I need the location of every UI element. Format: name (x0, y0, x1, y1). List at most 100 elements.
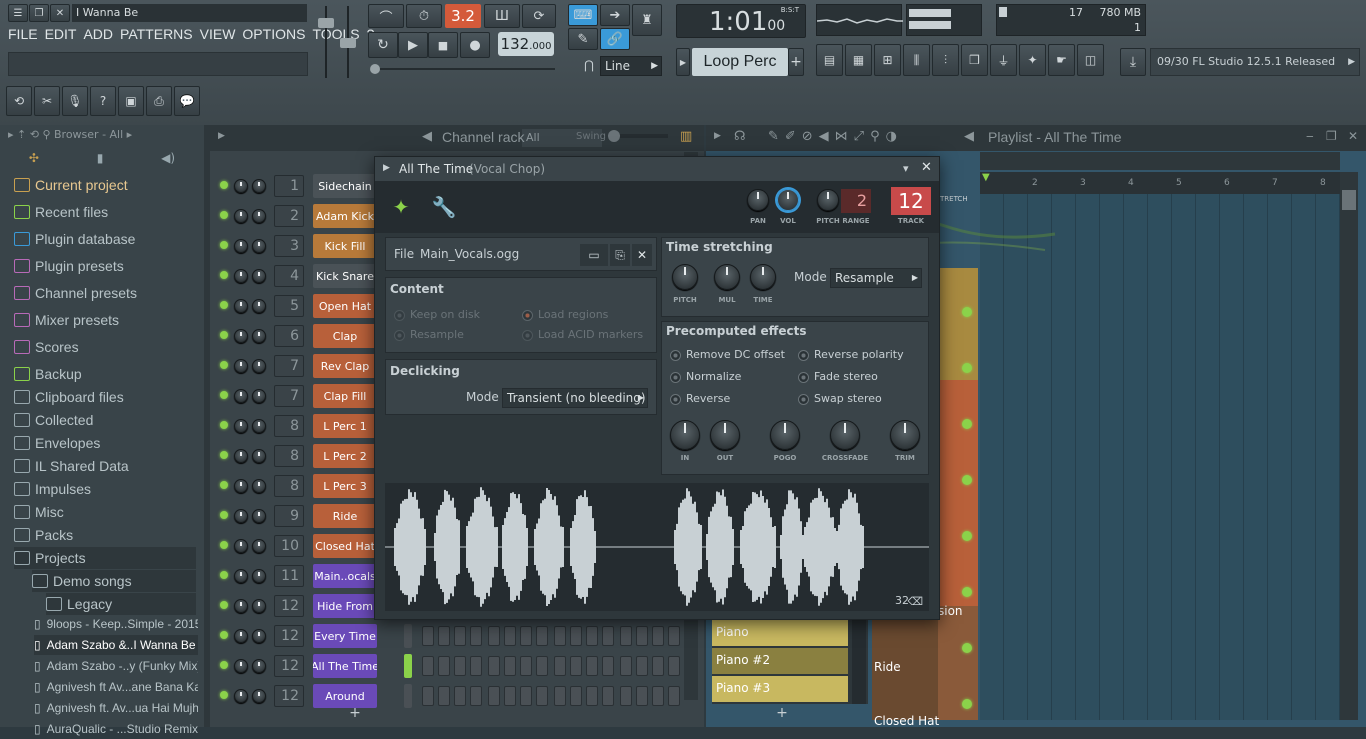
nav-arrows-icon[interactable]: ▸ ⇡ ⟲ ⚲ (8, 128, 54, 141)
arrow-right-icon[interactable]: ➔ (600, 4, 630, 26)
pattern-picker-scrollbar[interactable] (852, 618, 866, 704)
menu-view[interactable]: VIEW (200, 26, 236, 46)
wizard-icon[interactable]: ✦ (1019, 44, 1046, 76)
step-button[interactable] (520, 626, 532, 646)
trim-knob[interactable] (890, 420, 920, 450)
record-button[interactable]: ● (460, 32, 490, 58)
add-channel-button[interactable]: + (345, 705, 365, 721)
browser-item[interactable]: IL Shared Data (14, 455, 129, 477)
microphone-icon[interactable]: 🎙 (62, 86, 88, 116)
close-icon[interactable]: ✕ (1348, 129, 1358, 143)
step-button[interactable] (668, 626, 680, 646)
chat-icon[interactable]: 💬 (174, 86, 200, 116)
cut-icon[interactable]: ✂ (34, 86, 60, 116)
pattern-number[interactable]: 3.2 (445, 4, 481, 28)
waveform-tab-icon[interactable]: ✦ (381, 189, 421, 225)
step-button[interactable] (554, 626, 566, 646)
keep-on-disk-option[interactable]: Keep on disk (394, 308, 480, 321)
browser-file-item[interactable]: ▯ 9loops - Keep..Simple - 2015 (34, 614, 198, 634)
channel-mute-led[interactable] (220, 301, 228, 309)
channel-mixer-track[interactable]: 5 (274, 295, 304, 317)
output-icon[interactable]: ◫ (1077, 44, 1104, 76)
crossfade-knob[interactable] (830, 420, 860, 450)
stretch-mode-select[interactable]: Resample ▶ (830, 268, 922, 288)
channel-mixer-track[interactable]: 12 (274, 655, 304, 677)
declicking-mode-select[interactable]: Transient (no bleeding) ▶ (502, 388, 648, 408)
browser-item[interactable]: Clipboard files (14, 386, 124, 408)
track-header[interactable] (938, 268, 978, 380)
menu-options[interactable]: OPTIONS (242, 26, 305, 46)
channel-mute-led[interactable] (220, 511, 228, 519)
step-button[interactable] (570, 626, 582, 646)
step-button[interactable] (602, 626, 614, 646)
channel-name-button[interactable]: Sidechain (313, 174, 377, 198)
channel-mixer-track[interactable]: 7 (274, 355, 304, 377)
chevron-right-icon[interactable]: ▶ (218, 131, 225, 141)
step-button[interactable] (454, 656, 466, 676)
hat-icon[interactable]: ♜ (632, 4, 662, 36)
channel-pan-knob[interactable] (234, 509, 248, 523)
swap-stereo-option[interactable]: Swap stereo (798, 392, 882, 405)
add-track-button[interactable]: + (772, 705, 792, 721)
channel-name-button[interactable]: Clap Fill (313, 384, 377, 408)
step-button[interactable] (620, 626, 632, 646)
browser-item[interactable]: Mixer presets (14, 309, 119, 331)
channel-pan-knob[interactable] (234, 239, 248, 253)
channel-mute-led[interactable] (220, 571, 228, 579)
tutor-icon[interactable]: ☛ (1048, 44, 1075, 76)
browser-file-item[interactable]: ▯ AuraQualic - ...Studio Remix) (34, 719, 198, 739)
channel-mute-led[interactable] (220, 541, 228, 549)
loop-mode-icon[interactable]: ↻ (368, 32, 398, 58)
fade-stereo-option[interactable]: Fade stereo (798, 370, 878, 383)
channel-mute-led[interactable] (220, 331, 228, 339)
help-icon[interactable]: ? (90, 86, 116, 116)
playlist-icon[interactable]: ▤ (816, 44, 843, 76)
channel-name-button[interactable]: L Perc 1 (313, 414, 377, 438)
channel-volume-knob[interactable] (252, 569, 266, 583)
step-button[interactable] (586, 626, 598, 646)
swing-slider[interactable] (608, 130, 668, 142)
playhead-icon[interactable]: ▼ (982, 172, 990, 183)
step-button[interactable] (422, 656, 434, 676)
step-button[interactable] (470, 686, 482, 706)
channel-volume-knob[interactable] (252, 179, 266, 193)
waveform-view[interactable]: 32 ⌫ (385, 483, 929, 611)
step-button[interactable] (586, 656, 598, 676)
channel-pan-knob[interactable] (234, 419, 248, 433)
undo-icon[interactable]: ⟲ (6, 86, 32, 116)
browser-item[interactable]: Packs (14, 524, 73, 546)
plugin-picker-icon[interactable]: ❒ (961, 44, 988, 76)
playlist-grid[interactable] (980, 194, 1340, 720)
channel-volume-knob[interactable] (252, 389, 266, 403)
channel-volume-knob[interactable] (252, 689, 266, 703)
step-button[interactable] (652, 686, 664, 706)
pattern-item[interactable]: Piano (712, 620, 848, 646)
maximize-icon[interactable]: ❐ (1326, 129, 1337, 143)
channel-volume-knob[interactable] (252, 269, 266, 283)
step-button[interactable] (636, 626, 648, 646)
step-button[interactable] (454, 686, 466, 706)
step-button[interactable] (536, 656, 548, 676)
step-button[interactable] (438, 686, 450, 706)
browser-item[interactable]: Backup (14, 363, 82, 385)
channel-name-button[interactable]: Kick Fill (313, 234, 377, 258)
channel-volume-knob[interactable] (252, 509, 266, 523)
remove-dc-option[interactable]: Remove DC offset (670, 348, 785, 361)
channel-volume-knob[interactable] (252, 209, 266, 223)
browser-item[interactable]: Plugin database (14, 228, 135, 250)
channel-name-button[interactable]: L Perc 3 (313, 474, 377, 498)
chevron-right-icon[interactable]: ▶ (714, 131, 721, 141)
step-button[interactable] (536, 626, 548, 646)
track-header[interactable] (938, 380, 978, 606)
channel-mixer-track[interactable]: 8 (274, 445, 304, 467)
news-ticker[interactable]: 09/30 FL Studio 12.5.1 Released ▶ (1150, 48, 1360, 76)
reverse-option[interactable]: Reverse (670, 392, 730, 405)
pogo-knob[interactable] (770, 420, 800, 450)
browser-item[interactable]: Recent files (14, 201, 108, 223)
chevron-right-icon[interactable]: ▶ (1348, 49, 1355, 75)
channel-mute-led[interactable] (220, 481, 228, 489)
channel-volume-knob[interactable] (252, 449, 266, 463)
track-mute-led[interactable] (962, 419, 972, 429)
step-button[interactable] (488, 626, 500, 646)
step-button[interactable] (504, 656, 516, 676)
